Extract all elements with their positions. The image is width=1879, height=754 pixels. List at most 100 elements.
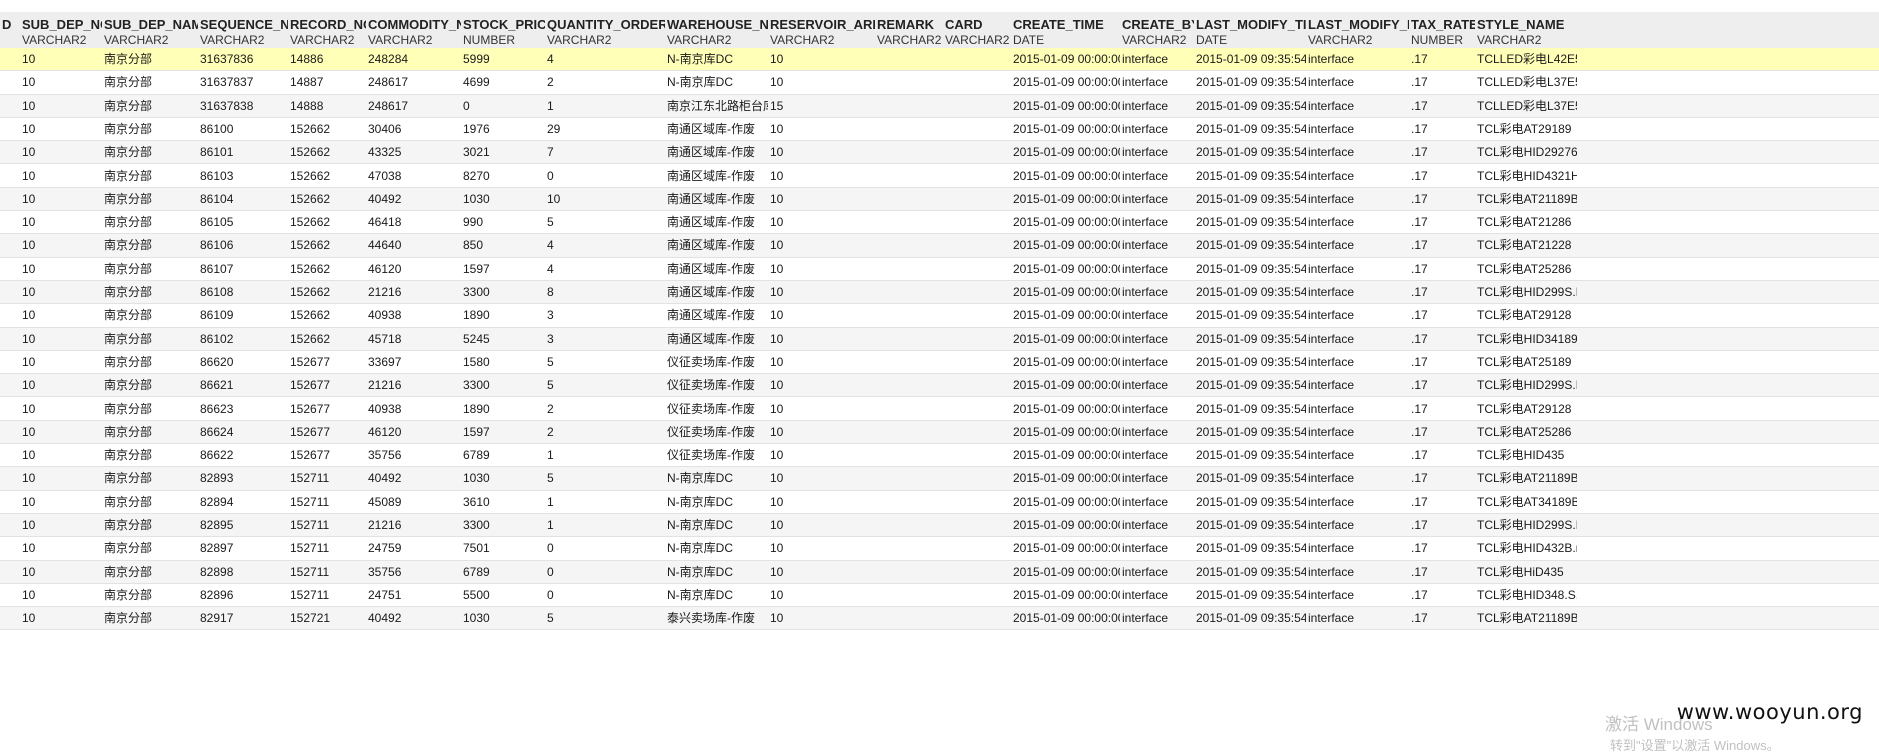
- table-cell-tax-rate[interactable]: .17: [1411, 374, 1475, 397]
- table-cell-create-time[interactable]: 2015-01-09 00:00:00: [1013, 211, 1120, 234]
- table-cell-create-time[interactable]: 2015-01-09 00:00:00: [1013, 514, 1120, 537]
- table-row[interactable]: 10 南京分部 82893 152711 40492 1030 5 N-南京库DC 10 2015…: [0, 467, 1879, 491]
- table-cell-warehouse-no[interactable]: N-南京库DC: [667, 537, 768, 560]
- column-header-style-name[interactable]: STYLE_NAME VARCHAR2: [1477, 12, 1577, 48]
- table-cell-reservoir-area[interactable]: 10: [770, 71, 875, 94]
- table-cell-card[interactable]: [945, 491, 1011, 514]
- table-cell-stock-price[interactable]: 1976: [463, 118, 545, 141]
- table-row[interactable]: 10 南京分部 86621 152677 21216 3300 5 仪征卖场库-作废 10 201…: [0, 374, 1879, 398]
- table-row[interactable]: 10 南京分部 86624 152677 46120 1597 2 仪征卖场库-作废 10 201…: [0, 420, 1879, 445]
- table-cell-style-name[interactable]: TCL彩电HID435: [1477, 444, 1577, 467]
- table-cell-commodity-no[interactable]: 40492: [368, 467, 461, 490]
- table-cell-create-by[interactable]: interface: [1122, 514, 1194, 537]
- table-cell-warehouse-no[interactable]: 泰兴卖场库-作废: [667, 607, 768, 630]
- table-cell-stock-price[interactable]: 850: [463, 234, 545, 257]
- table-cell-last-modify-time[interactable]: 2015-01-09 09:35:54: [1196, 328, 1306, 351]
- table-cell-stock-price[interactable]: 3300: [463, 514, 545, 537]
- table-cell-create-time[interactable]: 2015-01-09 00:00:00: [1013, 48, 1120, 71]
- table-cell-remark[interactable]: [877, 467, 943, 490]
- table-cell-commodity-no[interactable]: 35756: [368, 444, 461, 467]
- table-cell-last-modify-by[interactable]: interface: [1308, 328, 1409, 351]
- table-cell-warehouse-no[interactable]: N-南京库DC: [667, 71, 768, 94]
- table-cell-quantity-ordered[interactable]: 5: [547, 467, 665, 490]
- table-cell-sub-dep-name[interactable]: 南京分部: [104, 328, 198, 351]
- table-cell-sequence-no[interactable]: 86620: [200, 351, 288, 374]
- table-cell-stock-price[interactable]: 6789: [463, 444, 545, 467]
- table-cell-style-name[interactable]: TCL彩电HID4321H: [1477, 165, 1577, 188]
- table-cell-create-time[interactable]: 2015-01-09 00:00:00: [1013, 95, 1120, 118]
- table-cell-commodity-no[interactable]: 40938: [368, 304, 461, 327]
- table-cell-last-modify-time[interactable]: 2015-01-09 09:35:54: [1196, 95, 1306, 118]
- table-cell-create-time[interactable]: 2015-01-09 00:00:00: [1013, 398, 1120, 421]
- column-header-last-modify-time[interactable]: LAST_MODIFY_TIMEDATE: [1196, 12, 1306, 48]
- table-cell-last-modify-time[interactable]: 2015-01-09 09:35:54: [1196, 118, 1306, 141]
- table-cell-last-modify-by[interactable]: interface: [1308, 467, 1409, 490]
- table-cell-last-modify-by[interactable]: interface: [1308, 421, 1409, 444]
- table-cell-create-by[interactable]: interface: [1122, 165, 1194, 188]
- table-cell-tax-rate[interactable]: .17: [1411, 211, 1475, 234]
- table-cell-stock-price[interactable]: 1030: [463, 607, 545, 630]
- table-cell-record-no[interactable]: 152711: [290, 584, 366, 607]
- table-cell-sub-dep-no[interactable]: 10: [22, 374, 102, 397]
- table-cell-quantity-ordered[interactable]: 4: [547, 48, 665, 71]
- table-cell-warehouse-no[interactable]: 南通区域库-作废: [667, 141, 768, 164]
- table-cell-sub-dep-no[interactable]: 10: [22, 234, 102, 257]
- table-cell-tax-rate[interactable]: .17: [1411, 258, 1475, 281]
- column-header-sub-dep-no[interactable]: SUB_DEP_NO VARCHAR2: [22, 12, 102, 48]
- table-cell-warehouse-no[interactable]: N-南京库DC: [667, 467, 768, 490]
- table-cell-warehouse-no[interactable]: 南通区域库-作废: [667, 328, 768, 351]
- column-header-sequence-no[interactable]: SEQUENCE_NOVARCHAR2: [200, 12, 288, 48]
- table-cell-stock-price[interactable]: 3300: [463, 281, 545, 304]
- table-cell-last-modify-time[interactable]: 2015-01-09 09:35:54: [1196, 607, 1306, 630]
- table-cell-last-modify-time[interactable]: 2015-01-09 09:35:54: [1196, 444, 1306, 467]
- table-cell-tax-rate[interactable]: .17: [1411, 584, 1475, 607]
- table-cell-style-name[interactable]: TCL彩电AT21286: [1477, 211, 1577, 234]
- table-cell-tax-rate[interactable]: .17: [1411, 398, 1475, 421]
- table-cell-quantity-ordered[interactable]: 5: [547, 211, 665, 234]
- table-cell-reservoir-area[interactable]: 10: [770, 211, 875, 234]
- table-cell-tax-rate[interactable]: .17: [1411, 188, 1475, 211]
- table-cell-sequence-no[interactable]: 86623: [200, 398, 288, 421]
- table-cell-create-by[interactable]: interface: [1122, 188, 1194, 211]
- table-cell-reservoir-area[interactable]: 10: [770, 584, 875, 607]
- table-cell-commodity-no[interactable]: 33697: [368, 351, 461, 374]
- table-cell-quantity-ordered[interactable]: 2: [547, 398, 665, 421]
- table-cell-quantity-ordered[interactable]: 0: [547, 165, 665, 188]
- table-cell-record-no[interactable]: 152662: [290, 234, 366, 257]
- table-cell-create-time[interactable]: 2015-01-09 00:00:00: [1013, 304, 1120, 327]
- table-row[interactable]: 10 南京分部 86101 152662 43325 3021 7 南通区域库-作废 10 201…: [0, 141, 1879, 165]
- table-cell-card[interactable]: [945, 537, 1011, 560]
- table-cell-warehouse-no[interactable]: N-南京库DC: [667, 584, 768, 607]
- table-cell-remark[interactable]: [877, 584, 943, 607]
- table-cell-stock-price[interactable]: 1030: [463, 467, 545, 490]
- table-cell-create-by[interactable]: interface: [1122, 374, 1194, 397]
- table-row[interactable]: 10 南京分部 86106 152662 44640 850 4 南通区域库-作废 10 2015…: [0, 234, 1879, 258]
- table-row[interactable]: 10 南京分部 31637838 14888 248617 0 1 南京江东北路柜台库 15 20…: [0, 94, 1879, 118]
- table-cell-sub-dep-no[interactable]: 10: [22, 421, 102, 444]
- table-cell-last-modify-time[interactable]: 2015-01-09 09:35:54: [1196, 71, 1306, 94]
- table-cell-commodity-no[interactable]: 45718: [368, 328, 461, 351]
- table-cell-sub-dep-no[interactable]: 10: [22, 351, 102, 374]
- table-cell-last-modify-by[interactable]: interface: [1308, 607, 1409, 630]
- table-cell-commodity-no[interactable]: 248284: [368, 48, 461, 71]
- table-cell-record-no[interactable]: 152677: [290, 351, 366, 374]
- table-row[interactable]: 10 南京分部 82894 152711 45089 3610 1 N-南京库DC 10 2015…: [0, 490, 1879, 514]
- table-cell-warehouse-no[interactable]: 南京江东北路柜台库: [667, 95, 768, 118]
- table-cell-last-modify-by[interactable]: interface: [1308, 118, 1409, 141]
- table-cell-warehouse-no[interactable]: 仪征卖场库-作废: [667, 398, 768, 421]
- table-cell-commodity-no[interactable]: 45089: [368, 491, 461, 514]
- table-cell-last-modify-time[interactable]: 2015-01-09 09:35:54: [1196, 234, 1306, 257]
- table-cell-create-time[interactable]: 2015-01-09 00:00:00: [1013, 165, 1120, 188]
- table-cell-reservoir-area[interactable]: 10: [770, 561, 875, 584]
- table-cell-create-by[interactable]: interface: [1122, 421, 1194, 444]
- table-cell-tax-rate[interactable]: .17: [1411, 491, 1475, 514]
- table-cell-tax-rate[interactable]: .17: [1411, 561, 1475, 584]
- table-cell-create-by[interactable]: interface: [1122, 281, 1194, 304]
- table-cell-sequence-no[interactable]: 86108: [200, 281, 288, 304]
- table-cell-card[interactable]: [945, 351, 1011, 374]
- table-cell-style-name[interactable]: TCL彩电HID34189F: [1477, 328, 1577, 351]
- table-cell-sequence-no[interactable]: 86622: [200, 444, 288, 467]
- table-cell-last-modify-time[interactable]: 2015-01-09 09:35:54: [1196, 584, 1306, 607]
- table-cell-create-by[interactable]: interface: [1122, 118, 1194, 141]
- table-cell-remark[interactable]: [877, 351, 943, 374]
